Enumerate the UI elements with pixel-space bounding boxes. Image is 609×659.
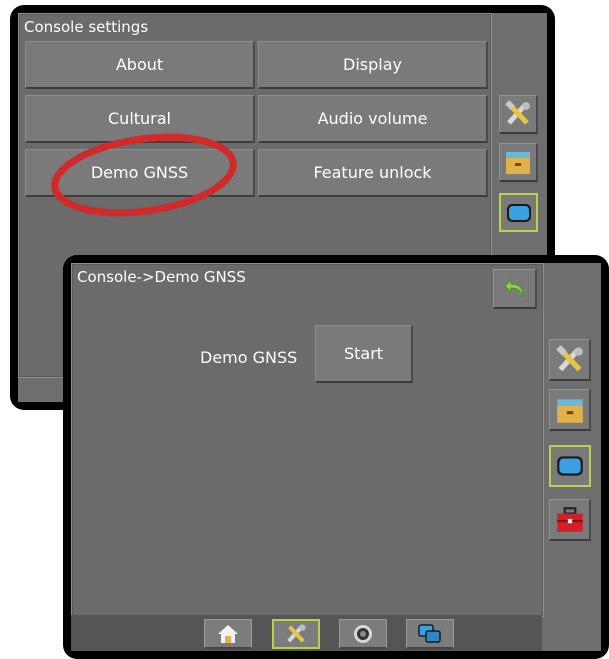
toolbox-icon: [556, 506, 583, 532]
display-button[interactable]: Display: [258, 41, 488, 89]
audio-volume-button[interactable]: Audio volume: [258, 95, 488, 143]
screens-icon: [418, 623, 441, 643]
tools-tab[interactable]: [272, 619, 320, 649]
home-tab[interactable]: [204, 619, 252, 649]
tools-side-button-front[interactable]: [549, 339, 591, 381]
tools-icon: [555, 344, 583, 371]
feature-unlock-button[interactable]: Feature unlock: [258, 149, 488, 197]
camera-icon: [354, 624, 372, 643]
back-arrow-icon: [503, 278, 523, 297]
demo-gnss-label: Demo GNSS: [200, 348, 298, 367]
screens-tab[interactable]: [406, 619, 454, 649]
home-icon: [218, 624, 238, 643]
console-side-button-front[interactable]: [549, 445, 591, 487]
storage-side-button-front[interactable]: [549, 389, 591, 431]
storage-side-button[interactable]: [499, 143, 538, 182]
tools-icon: [287, 624, 306, 643]
console-icon: [557, 456, 583, 476]
toolbox-side-button[interactable]: [549, 499, 591, 541]
storage-icon: [556, 398, 583, 423]
start-button[interactable]: Start: [315, 325, 413, 383]
page-title: Console settings: [24, 18, 149, 36]
tools-side-button[interactable]: [499, 95, 538, 134]
back-button[interactable]: [493, 269, 537, 309]
front-console-screen: Console->Demo GNSS Demo GNSS Start: [71, 263, 601, 651]
console-icon: [506, 203, 531, 222]
storage-icon: [506, 152, 530, 174]
highlight-ellipse: [51, 133, 237, 217]
bottom-tab-bar: [71, 615, 542, 651]
camera-tab[interactable]: [339, 619, 387, 649]
about-button[interactable]: About: [25, 41, 255, 89]
front-settings-panel: [71, 263, 544, 617]
front-console-frame: Console->Demo GNSS Demo GNSS Start: [63, 255, 609, 659]
console-side-button[interactable]: [499, 193, 538, 232]
tools-icon: [505, 100, 530, 125]
page-title-front: Console->Demo GNSS: [77, 268, 246, 286]
